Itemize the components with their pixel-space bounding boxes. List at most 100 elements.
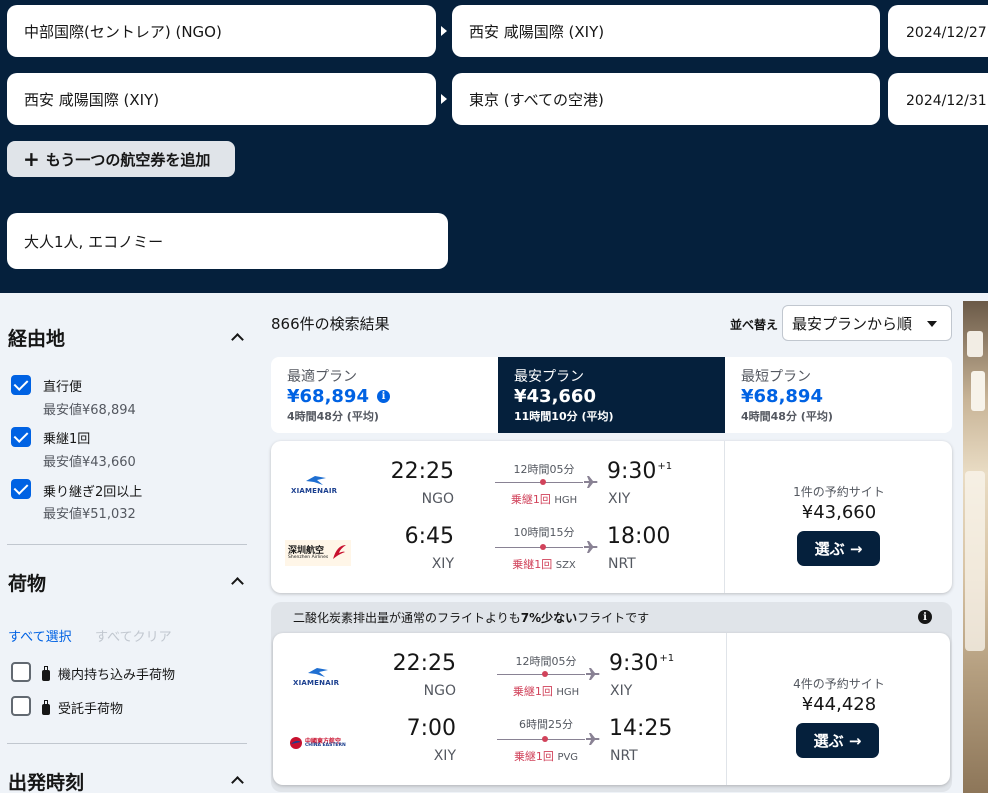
info-icon[interactable]: i [918,610,932,624]
route-line [495,482,583,483]
flight-leg: 中國東方航空 CHINA EASTERN 7:00 XIY 6時間25分 乗継1… [273,712,726,776]
flight-result-card[interactable]: XIAMENAIR 22:25 NGO 12時間05分 乗継1回 HGH 9:3… [273,633,950,785]
destination-field-2[interactable]: 東京 (すべての空港) [452,73,880,125]
route-line [495,547,583,548]
departure-airport: NGO [423,683,456,699]
booking-sites-count: 4件の予約サイト [793,677,885,691]
departure-time: 6:45 [404,524,454,549]
arrival-airport: XIY [608,491,631,507]
flight-price: ¥43,660 [801,502,877,523]
shenzhen-airlines-logo-icon: 深圳航空 Shenzhen Airlines [285,540,351,566]
select-all-link[interactable]: すべて選択 [8,626,72,645]
stop-info: 乗継1回 PVG [513,750,579,763]
price-panel: 1件の予約サイト ¥43,660 選ぶ → [724,441,952,593]
stops-one-price: 最安値¥43,660 [43,455,136,470]
tab-fastest[interactable]: 最短プラン ¥68,894 4時間48分 (平均) [725,357,952,433]
plane-icon [584,476,598,488]
arrival-airport: NRT [610,748,638,764]
departure-airport: XIY [433,748,456,764]
carry-on-bag-icon [42,666,50,681]
checked-bag-label: 受託手荷物 [58,702,124,717]
arrival-time: 14:25 [609,716,673,741]
plane-icon [586,668,600,680]
passengers-field[interactable]: 大人1人, エコノミー [7,213,448,269]
price-panel: 4件の予約サイト ¥44,428 選ぶ → [726,633,950,785]
checked-bag-checkbox[interactable] [11,696,31,716]
tab-fastest-price: ¥68,894 [741,386,823,407]
tab-cheapest-duration: 11時間10分 (平均) [514,410,614,423]
tab-cheapest-name: 最安プラン [514,369,584,385]
flight-duration: 6時間25分 [519,718,573,731]
plane-icon [584,541,598,553]
arrival-time: 9:30+1 [609,651,675,676]
add-flight-label: もう一つの航空券を追加 [45,150,211,169]
stops-two-plus-checkbox[interactable] [11,479,31,499]
tab-best-duration: 4時間48分 (平均) [287,410,379,423]
route-line [497,739,585,740]
baggage-filter-title: 荷物 [8,573,47,595]
search-panel: 中部国際(セントレア) (NGO) 西安 咸陽国際 (XIY) 2024/12/… [0,0,988,293]
departure-time: 22:25 [392,651,456,676]
stops-one-checkbox[interactable] [11,427,31,447]
date-field-1[interactable]: 2024/12/27 [888,5,988,57]
sort-dropdown[interactable]: 最安プランから順 [782,305,952,341]
flight-result-card[interactable]: XIAMENAIR 22:25 NGO 12時間05分 乗継1回 HGH 9:3… [271,441,952,593]
checked-bag-icon [42,700,50,715]
origin-field-2[interactable]: 西安 咸陽国際 (XIY) [7,73,436,125]
stop-dot [540,544,546,550]
arrival-time: 9:30+1 [607,459,673,484]
china-eastern-logo-icon: 中國東方航空 CHINA EASTERN [289,736,355,754]
departure-airport: XIY [431,556,454,572]
stop-info: 乗継1回 HGH [510,493,578,506]
sort-label: 並べ替え [730,318,779,332]
destination-field-1[interactable]: 西安 咸陽国際 (XIY) [452,5,880,57]
flight-price: ¥44,428 [801,694,877,715]
results-count: 866件の検索結果 [271,315,390,333]
next-day-badge: +1 [657,461,673,472]
filter-sidebar: 経由地 直行便 最安値¥68,894 乗継1回 最安値¥43,660 乗り継ぎ2… [0,293,255,793]
departure-filter-title: 出発時刻 [8,772,85,793]
select-button[interactable]: 選ぶ → [796,723,879,758]
collapse-chevron-icon[interactable] [231,333,244,346]
plus-icon: + [23,147,40,171]
route-arrow-icon [441,94,447,104]
route-arrow-icon [441,26,447,36]
info-icon[interactable]: i [376,390,390,403]
booking-sites-count: 1件の予約サイト [793,485,885,499]
tab-cheapest[interactable]: 最安プラン ¥43,660 11時間10分 (平均) [498,357,725,433]
sort-value: 最安プランから順 [792,314,913,333]
select-button[interactable]: 選ぶ → [797,531,880,566]
stops-direct-checkbox[interactable] [11,375,31,395]
origin-field-1[interactable]: 中部国際(セントレア) (NGO) [7,5,436,57]
stops-two-plus-label: 乗り継ぎ2回以上 [43,485,143,500]
flight-duration: 10時間15分 [513,526,575,539]
xiamen-air-logo-icon: XIAMENAIR [287,475,349,499]
next-day-badge: +1 [659,653,675,664]
xiamen-air-logo-icon: XIAMENAIR [289,667,351,691]
collapse-chevron-icon[interactable] [231,577,244,590]
arrival-airport: XIY [610,683,633,699]
departure-airport: NGO [421,491,454,507]
flight-leg: 深圳航空 Shenzhen Airlines 6:45 XIY 10時間15分 … [271,520,724,584]
stop-info: 乗継1回 SZX [512,558,576,571]
advertisement-image[interactable] [963,301,988,793]
tab-cheapest-price: ¥43,660 [514,386,596,407]
carry-on-label: 機内持ち込み手荷物 [58,668,176,683]
departure-time: 7:00 [406,716,456,741]
stop-dot [542,671,548,677]
collapse-chevron-icon[interactable] [231,776,244,789]
eco-message: 二酸化炭素排出量が通常のフライトよりも7%少ないフライトです [293,611,650,625]
date-field-2[interactable]: 2024/12/31 [888,73,988,125]
tab-best[interactable]: 最適プラン ¥68,894 i 4時間48分 (平均) [271,357,498,433]
dropdown-caret-icon [927,321,937,327]
stop-dot [542,736,548,742]
clear-all-link[interactable]: すべてクリア [95,626,172,645]
carry-on-checkbox[interactable] [11,662,31,682]
stops-two-plus-price: 最安値¥51,032 [43,507,136,522]
plan-tabs: 最適プラン ¥68,894 i 4時間48分 (平均) 最安プラン ¥43,660… [271,357,952,433]
add-flight-button[interactable]: + もう一つの航空券を追加 [7,141,235,177]
stops-one-label: 乗継1回 [43,432,91,447]
departure-time: 22:25 [390,459,454,484]
tab-fastest-duration: 4時間48分 (平均) [741,410,833,423]
arrival-time: 18:00 [607,524,671,549]
